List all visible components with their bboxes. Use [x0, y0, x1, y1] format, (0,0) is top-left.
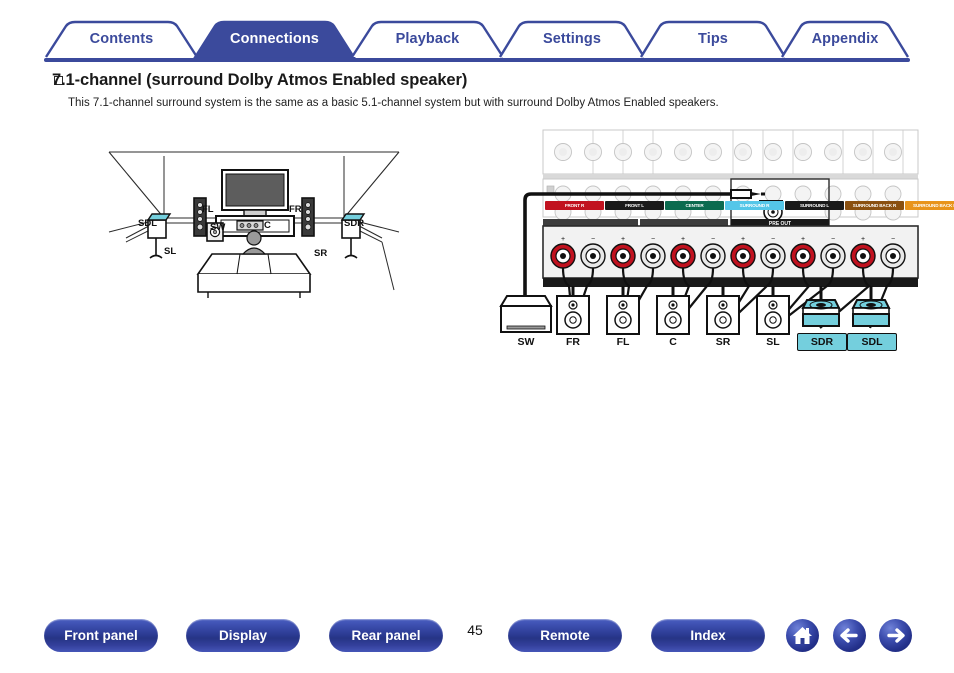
speaker-icon-sl [756, 286, 790, 335]
tab-appendix[interactable]: Appendix [780, 20, 910, 58]
speaker-icon-fl [606, 286, 640, 335]
room-illustration [108, 151, 400, 298]
tab-label: Tips [698, 31, 728, 47]
tab-label: Contents [89, 31, 154, 47]
room-label-sdl: SDL [138, 218, 157, 229]
front-panel-button[interactable]: Front panel [44, 619, 158, 652]
terminal-label-front-r: FRONT R [545, 201, 604, 210]
tab-playback[interactable]: Playback [350, 20, 505, 58]
section-description: This 7.1-channel surround system is the … [68, 97, 719, 109]
svg-text:−: − [771, 236, 775, 243]
room-label-fl: FL [202, 204, 214, 215]
room-label-sw: SW [210, 222, 226, 233]
tab-label: Connections [230, 31, 319, 47]
page-title: 7.1-channel (surround Dolby Atmos Enable… [52, 71, 468, 89]
left-arrow-glyph [840, 628, 858, 643]
speaker-icons [499, 286, 891, 335]
tab-contents[interactable]: Contents [44, 20, 199, 58]
svg-text:−: − [831, 236, 835, 243]
room-label-fr: FR [289, 204, 302, 215]
remote-button[interactable]: Remote [508, 619, 622, 652]
index-button[interactable]: Index [651, 619, 765, 652]
svg-text:+: + [561, 236, 565, 243]
back-icon[interactable] [833, 619, 866, 652]
room-layout-diagram: SDL SL FL SW C FR SR SDR [104, 150, 404, 310]
room-label-c: C [264, 220, 271, 231]
svg-text:+: + [681, 236, 685, 243]
speaker-label-sdr: SDR [797, 333, 847, 351]
room-label-sl: SL [164, 246, 177, 257]
amp-rear-panel-illustration: PRE OUT + − + − + − + − + − + − [499, 129, 919, 335]
terminal-label-center: CENTER [665, 201, 724, 210]
terminal-label-surround-back-r: SURROUND BACK R [845, 201, 904, 210]
speaker-icon-sr [706, 286, 740, 335]
tab-connections[interactable]: Connections [192, 20, 357, 60]
speaker-label-sr: SR [715, 336, 731, 348]
svg-text:−: − [651, 236, 655, 243]
amplifier-connection-diagram: PRE OUT + − + − + − + − + − + − FRONT R … [495, 128, 954, 351]
svg-text:+: + [741, 236, 745, 243]
svg-text:−: − [891, 236, 895, 243]
svg-text:+: + [801, 236, 805, 243]
forward-icon[interactable] [879, 619, 912, 652]
speaker-icon-c [656, 286, 690, 335]
tab-label: Playback [395, 31, 460, 47]
room-label-sr: SR [314, 248, 328, 259]
speaker-label-fr: FR [566, 336, 580, 348]
speaker-label-sdl: SDL [847, 333, 897, 351]
svg-text:−: − [591, 236, 595, 243]
tab-bar: Contents Connections Playback Settings T… [44, 20, 910, 62]
display-button[interactable]: Display [186, 619, 300, 652]
rear-panel-upper-jacks [542, 129, 919, 179]
page-number: 45 [467, 622, 483, 638]
terminal-label-front-l: FRONT L [605, 201, 664, 210]
front-panel-label: Front panel [64, 628, 138, 643]
terminal-label-surround-back-l: SURROUND BACK L [905, 201, 954, 210]
room-label-sdr: SDR [344, 218, 365, 229]
speaker-icon-sdr [801, 286, 841, 327]
svg-text:−: − [711, 236, 715, 243]
tab-settings[interactable]: Settings [498, 20, 646, 58]
rear-panel-button[interactable]: Rear panel [329, 619, 443, 652]
speaker-label-sw: SW [517, 336, 535, 348]
svg-text:+: + [861, 236, 865, 243]
home-icon[interactable] [786, 619, 819, 652]
terminal-label-surround-l: SURROUND L [785, 201, 844, 210]
speaker-label-c: C [669, 336, 677, 348]
speaker-terminal-strip: + − + − + − + − + − + − [542, 225, 919, 287]
tab-bar-underline [44, 58, 910, 62]
rear-panel-label: Rear panel [351, 628, 421, 643]
remote-label: Remote [540, 628, 590, 643]
speaker-label-fl: FL [616, 336, 630, 348]
index-label: Index [690, 628, 726, 643]
home-glyph [793, 627, 812, 644]
svg-text:+: + [621, 236, 625, 243]
tab-tips[interactable]: Tips [639, 20, 787, 58]
speaker-icon-sw [499, 286, 553, 333]
terminal-label-surround-r: SURROUND R [725, 201, 784, 210]
right-arrow-glyph [887, 628, 905, 643]
tab-label: Settings [543, 31, 601, 47]
tab-label: Appendix [811, 31, 879, 47]
display-label: Display [218, 628, 268, 643]
speaker-label-sl: SL [766, 336, 780, 348]
